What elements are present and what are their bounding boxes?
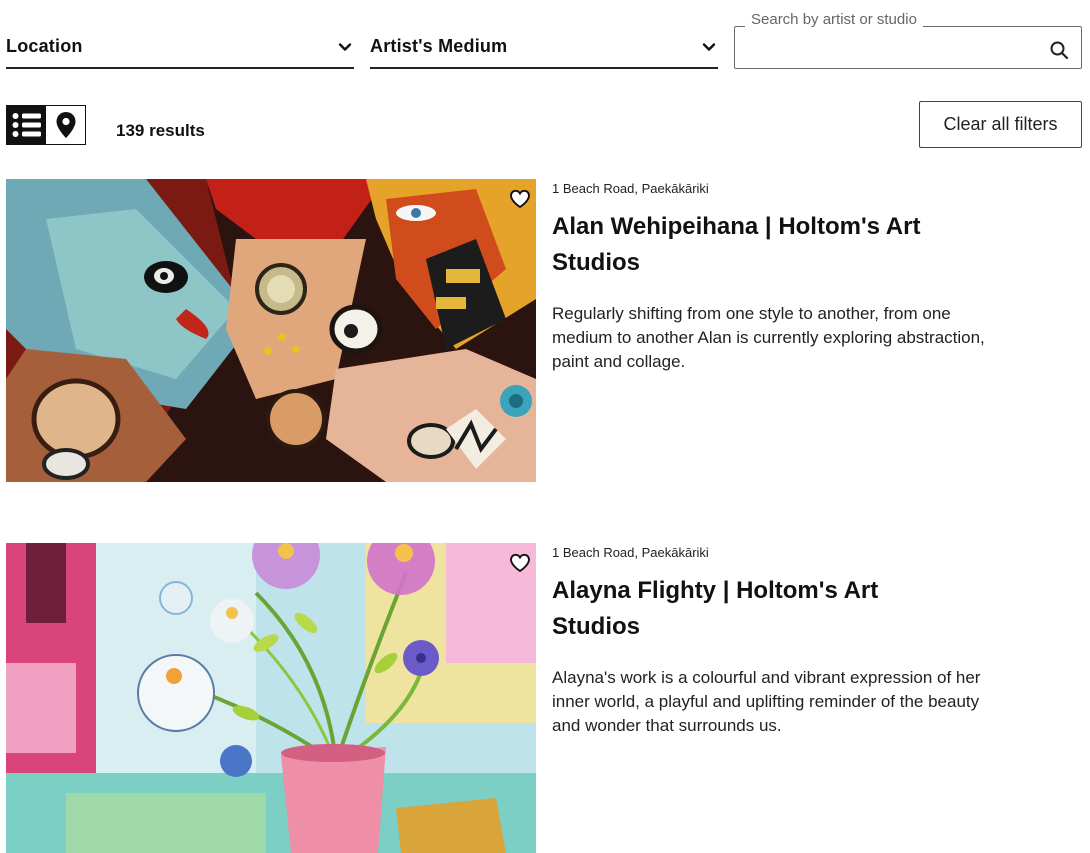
listing-address: 1 Beach Road, Paekākāriki	[552, 181, 709, 196]
flower-painting-image	[6, 543, 536, 853]
chevron-down-icon	[338, 42, 352, 51]
listing-card: 1 Beach Road, Paekākāriki Alayna Flighty…	[6, 543, 1082, 853]
results-count: 139 results	[116, 121, 205, 140]
heart-icon[interactable]	[508, 187, 532, 211]
location-select[interactable]: Location	[6, 26, 354, 69]
listing-title[interactable]: Alan Wehipeihana | Holtom's Art Studios	[552, 209, 972, 281]
search-input[interactable]	[745, 35, 1035, 61]
list-view-button[interactable]	[7, 106, 46, 144]
map-pin-icon	[56, 112, 75, 138]
abstract-painting-image	[6, 179, 536, 482]
search-icon[interactable]	[1049, 40, 1069, 60]
listing-image[interactable]	[6, 543, 536, 853]
search-legend: Search by artist or studio	[745, 11, 923, 28]
medium-select[interactable]: Artist's Medium	[370, 26, 718, 69]
map-view-button[interactable]	[46, 106, 85, 144]
view-toggle	[6, 105, 86, 145]
listing-image[interactable]	[6, 179, 536, 482]
medium-select-label: Artist's Medium	[370, 36, 508, 56]
chevron-down-icon	[702, 42, 716, 51]
listing-description: Alayna's work is a colourful and vibrant…	[552, 668, 981, 735]
list-icon	[12, 113, 41, 137]
clear-filters-button[interactable]: Clear all filters	[919, 101, 1082, 148]
listing-card: 1 Beach Road, Paekākāriki Alan Wehipeiha…	[6, 179, 1082, 482]
search-box: Search by artist or studio	[734, 11, 1082, 69]
location-select-label: Location	[6, 36, 83, 56]
listing-description: Regularly shifting from one style to ano…	[552, 304, 985, 371]
heart-icon[interactable]	[508, 551, 532, 575]
listing-title[interactable]: Alayna Flighty | Holtom's Art Studios	[552, 573, 972, 645]
listing-address: 1 Beach Road, Paekākāriki	[552, 545, 709, 560]
